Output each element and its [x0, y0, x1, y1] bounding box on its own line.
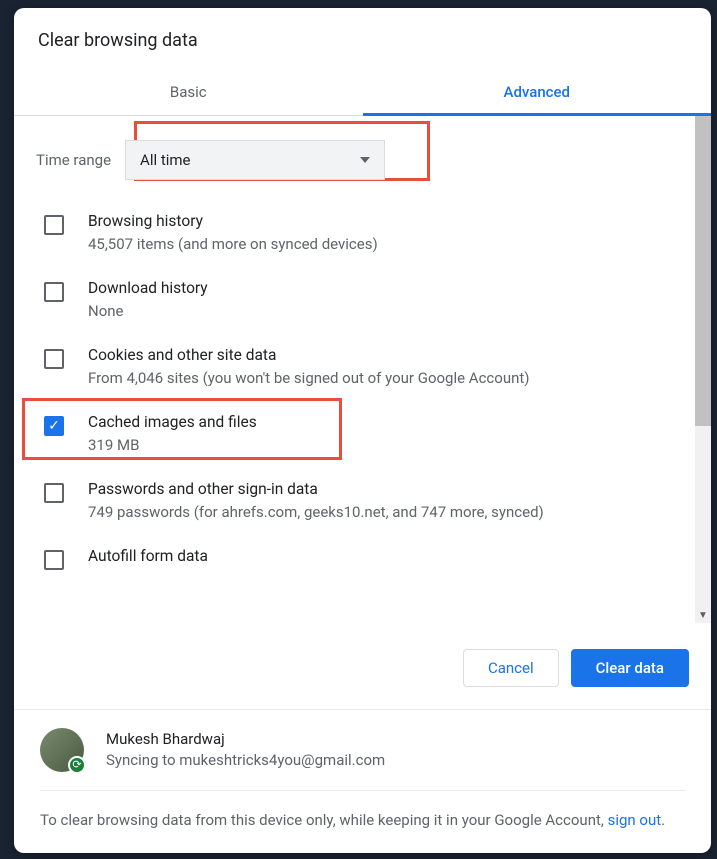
option-download-history: Download history None — [36, 269, 693, 336]
option-cookies: Cookies and other site data From 4,046 s… — [36, 336, 693, 403]
time-range-select[interactable]: All time — [125, 140, 385, 180]
time-range-value: All time — [140, 151, 190, 169]
account-section: ⟳ Mukesh Bhardwaj Syncing to mukeshtrick… — [14, 710, 711, 854]
option-cached-images: ✓ Cached images and files 319 MB — [36, 403, 693, 470]
option-title: Browsing history — [88, 212, 693, 230]
account-name: Mukesh Bhardwaj — [106, 730, 385, 748]
checkbox-download-history[interactable] — [44, 282, 64, 302]
option-title: Cookies and other site data — [88, 346, 693, 364]
checkbox-cookies[interactable] — [44, 349, 64, 369]
option-title: Passwords and other sign-in data — [88, 480, 693, 498]
account-sync-text: Syncing to mukeshtricks4you@gmail.com — [106, 751, 385, 769]
content-area: ▲ ▼ Time range All time Browsing history… — [14, 116, 711, 623]
scrollbar-track[interactable]: ▲ ▼ — [695, 116, 711, 623]
checkbox-cached-images[interactable]: ✓ — [44, 416, 64, 436]
chevron-down-icon — [360, 157, 370, 163]
clear-data-button[interactable]: Clear data — [571, 649, 689, 687]
dialog-actions: Cancel Clear data — [14, 623, 711, 710]
checkbox-autofill[interactable] — [44, 550, 64, 570]
option-desc: From 4,046 sites (you won't be signed ou… — [88, 368, 693, 389]
option-title: Download history — [88, 279, 693, 297]
info-text: To clear browsing data from this device … — [40, 809, 685, 832]
option-title: Autofill form data — [88, 547, 693, 565]
sign-out-link[interactable]: sign out — [608, 811, 662, 829]
info-suffix: . — [661, 811, 665, 829]
option-desc: 319 MB — [88, 435, 693, 456]
option-desc: 45,507 items (and more on synced devices… — [88, 234, 693, 255]
scroll-down-icon[interactable]: ▼ — [697, 610, 709, 621]
clear-browsing-data-dialog: Clear browsing data Basic Advanced ▲ ▼ T… — [14, 8, 711, 853]
checkbox-browsing-history[interactable] — [44, 215, 64, 235]
option-desc: 749 passwords (for ahrefs.com, geeks10.n… — [88, 502, 693, 523]
option-browsing-history: Browsing history 45,507 items (and more … — [36, 202, 693, 269]
cancel-button[interactable]: Cancel — [463, 649, 559, 687]
checkmark-icon: ✓ — [48, 419, 60, 433]
avatar-wrap: ⟳ — [40, 728, 84, 772]
dialog-title: Clear browsing data — [14, 8, 711, 69]
tab-bar: Basic Advanced — [14, 69, 711, 116]
checkbox-passwords[interactable] — [44, 483, 64, 503]
scrollbar-thumb[interactable] — [695, 116, 711, 426]
option-desc: None — [88, 301, 693, 322]
option-passwords: Passwords and other sign-in data 749 pas… — [36, 470, 693, 537]
option-title: Cached images and files — [88, 413, 693, 431]
tab-advanced[interactable]: Advanced — [363, 69, 712, 115]
info-prefix: To clear browsing data from this device … — [40, 811, 608, 829]
tab-basic[interactable]: Basic — [14, 69, 363, 115]
time-range-label: Time range — [36, 151, 111, 169]
time-range-row: Time range All time — [36, 116, 693, 202]
option-autofill: Autofill form data — [36, 537, 693, 584]
options-scroll: Time range All time Browsing history 45,… — [14, 116, 711, 623]
account-row: ⟳ Mukesh Bhardwaj Syncing to mukeshtrick… — [40, 728, 685, 791]
sync-badge-icon: ⟳ — [68, 756, 86, 774]
